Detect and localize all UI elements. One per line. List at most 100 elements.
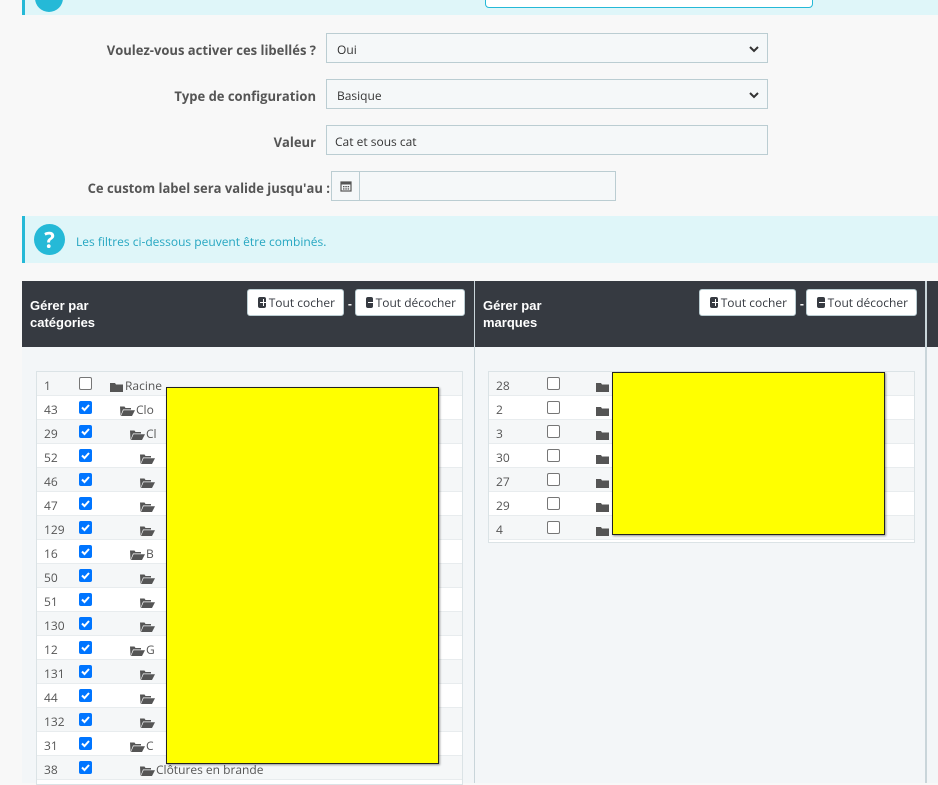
brands-uncheck-all-button[interactable]: Tout décocher: [806, 289, 917, 316]
activate-labels-value: Oui: [337, 41, 357, 58]
redaction-block-categories: [166, 387, 439, 764]
brand-id: 3: [496, 425, 503, 442]
brands-title-line2: marques: [483, 315, 538, 330]
third-panel-header: [927, 281, 938, 347]
category-id: 31: [44, 737, 58, 754]
category-checkbox[interactable]: [79, 569, 92, 582]
value-input[interactable]: Cat et sous cat: [326, 125, 768, 155]
config-type-select[interactable]: Basique: [326, 79, 768, 109]
category-checkbox[interactable]: [79, 401, 92, 414]
category-checkbox[interactable]: [79, 689, 92, 702]
activate-labels-select[interactable]: Oui: [326, 33, 768, 63]
brand-checkbox[interactable]: [547, 401, 560, 414]
brands-check-all-button[interactable]: Tout cocher: [699, 289, 796, 316]
folder-open-icon: [140, 475, 155, 492]
category-id: 16: [44, 545, 58, 562]
category-checkbox[interactable]: [79, 713, 92, 726]
brand-checkbox[interactable]: [547, 425, 560, 438]
category-id: 12: [44, 641, 58, 658]
folder-open-icon: [130, 739, 145, 756]
folder-open-icon: [130, 643, 145, 660]
chevron-down-icon: [749, 46, 759, 53]
minus-square-icon: [817, 297, 826, 308]
folder-open-icon: [140, 451, 155, 468]
category-id: 44: [44, 689, 58, 706]
folder-icon: [596, 379, 609, 396]
folder-open-icon: [130, 547, 145, 564]
question-icon: ?: [34, 224, 65, 255]
brand-checkbox[interactable]: [547, 521, 560, 534]
brand-id: 29: [496, 497, 510, 514]
folder-icon: [596, 523, 609, 540]
category-id: 29: [44, 425, 58, 442]
folder-icon: [596, 475, 609, 492]
config-type-row: Type de configuration Basique: [0, 79, 938, 111]
folder-icon: [596, 451, 609, 468]
category-label[interactable]: Clo: [136, 401, 154, 418]
category-id: 132: [44, 713, 65, 730]
brand-id: 27: [496, 473, 510, 490]
category-label[interactable]: Cl: [146, 425, 157, 442]
brand-id: 28: [496, 377, 510, 394]
category-checkbox[interactable]: [79, 545, 92, 558]
category-label[interactable]: Racine: [125, 377, 162, 394]
category-id: 50: [44, 569, 58, 586]
brands-uncheck-all-label: Tout décocher: [827, 294, 908, 311]
folder-open-icon: [130, 427, 145, 444]
category-id: 51: [44, 593, 58, 610]
top-action-button[interactable]: [485, 0, 813, 8]
folder-open-icon: [140, 595, 155, 612]
plus-square-icon: [258, 297, 267, 308]
category-checkbox[interactable]: [79, 425, 92, 438]
category-label[interactable]: B: [146, 545, 154, 562]
value-row: Valeur Cat et sous cat: [0, 125, 938, 157]
category-id: 130: [44, 617, 65, 634]
category-checkbox[interactable]: [79, 473, 92, 486]
category-id: 38: [44, 761, 58, 778]
category-checkbox[interactable]: [79, 617, 92, 630]
folder-icon: [596, 499, 609, 516]
config-type-label: Type de configuration: [174, 87, 316, 105]
category-checkbox[interactable]: [79, 641, 92, 654]
categories-check-all-button[interactable]: Tout cocher: [247, 289, 344, 316]
category-checkbox[interactable]: [79, 449, 92, 462]
folder-open-icon: [140, 667, 155, 684]
categories-title-line1: Gérer par: [30, 298, 89, 313]
category-id: 52: [44, 449, 58, 466]
brand-id: 30: [496, 449, 510, 466]
folder-open-icon: [140, 763, 155, 780]
category-checkbox[interactable]: [79, 377, 92, 390]
category-label[interactable]: G: [146, 641, 155, 658]
category-id: 1: [44, 377, 51, 394]
category-id: 131: [44, 665, 65, 682]
categories-check-all-label: Tout cocher: [268, 294, 335, 311]
folder-icon: [596, 403, 609, 420]
brands-panel-title: Gérer par marques: [483, 297, 563, 331]
category-id: 43: [44, 401, 58, 418]
brand-checkbox[interactable]: [547, 473, 560, 486]
config-type-value: Basique: [337, 87, 382, 104]
brand-checkbox[interactable]: [547, 497, 560, 510]
category-id: 47: [44, 497, 58, 514]
category-checkbox[interactable]: [79, 521, 92, 534]
category-label[interactable]: C: [146, 737, 154, 754]
categories-uncheck-all-button[interactable]: Tout décocher: [355, 289, 465, 316]
brand-checkbox[interactable]: [547, 449, 560, 462]
category-checkbox[interactable]: [79, 737, 92, 750]
folder-open-icon: [140, 499, 155, 516]
category-checkbox[interactable]: [79, 497, 92, 510]
brand-checkbox[interactable]: [547, 377, 560, 390]
alert-icon: [35, 0, 63, 12]
folder-open-icon: [120, 403, 135, 420]
category-checkbox[interactable]: [79, 665, 92, 678]
category-checkbox[interactable]: [79, 761, 92, 774]
filters-info-text: Les filtres ci-dessous peuvent être comb…: [76, 233, 327, 250]
calendar-icon[interactable]: [332, 172, 360, 200]
folder-icon: [110, 379, 123, 396]
button-separator: -: [800, 295, 804, 312]
category-id: 129: [44, 521, 65, 538]
category-checkbox[interactable]: [79, 593, 92, 606]
valid-until-date-group[interactable]: [331, 171, 616, 201]
brands-title-line1: Gérer par: [483, 298, 542, 313]
value-input-text: Cat et sous cat: [335, 133, 417, 150]
